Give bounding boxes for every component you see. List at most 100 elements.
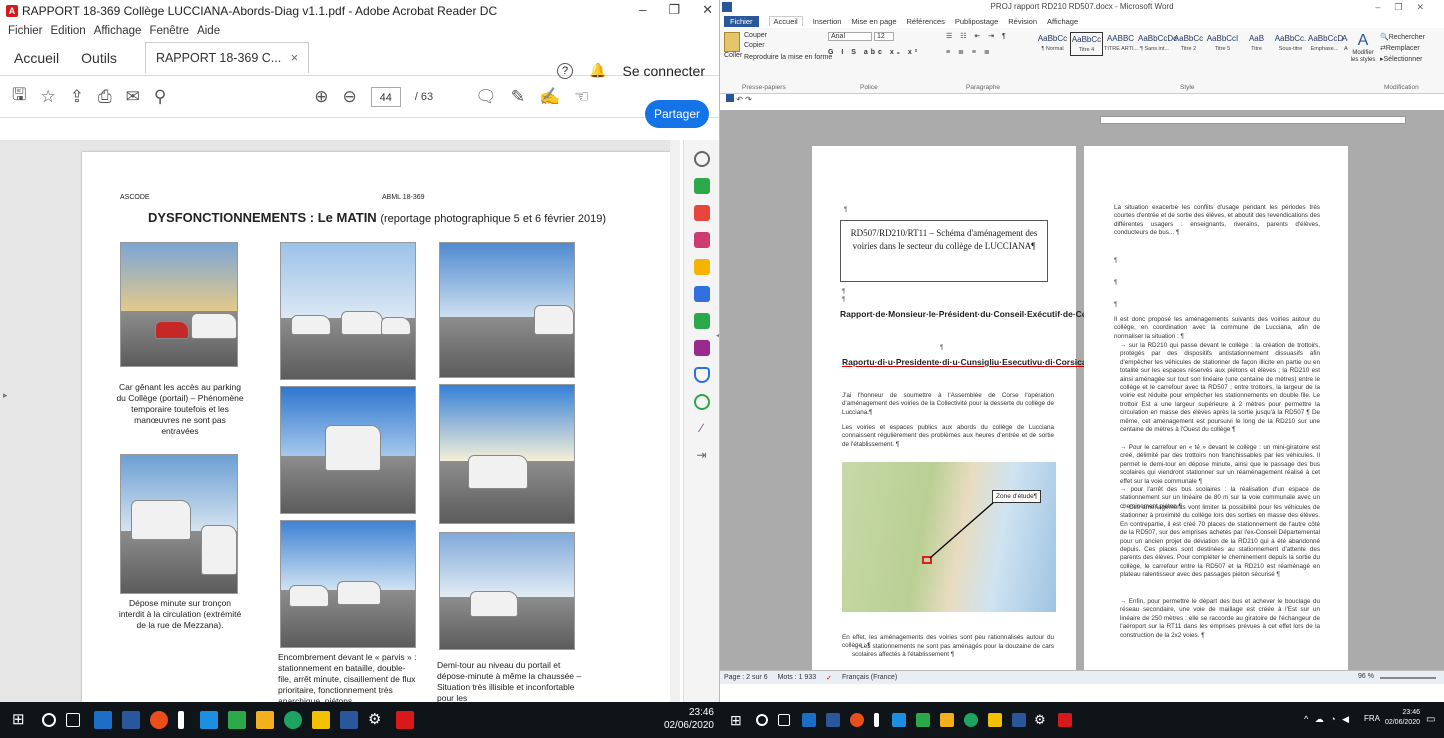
style-item[interactable]: AABBC TITRE ARTI... xyxy=(1104,32,1138,56)
excel-icon[interactable] xyxy=(228,711,246,729)
taskbar-app-1-icon[interactable] xyxy=(94,711,112,729)
maximize-icon[interactable]: ❐ xyxy=(668,2,680,18)
status-zoom[interactable]: 96 % xyxy=(1358,673,1374,680)
task-view-icon[interactable] xyxy=(66,713,80,727)
windows-start-icon[interactable]: ⊞ xyxy=(12,711,30,729)
close-icon[interactable]: ✕ xyxy=(702,2,713,18)
status-page[interactable]: Page : 2 sur 6 xyxy=(724,674,768,681)
word-page-3[interactable]: La situation exacerbe les conflits d'usa… xyxy=(1084,146,1348,686)
font-format-icons[interactable]: G I S abc x₂ x² xyxy=(828,49,940,56)
windows-start-icon-2[interactable]: ⊞ xyxy=(730,711,748,729)
word-window-controls-icon[interactable]: –❐✕ xyxy=(1375,0,1438,14)
style-item[interactable]: AaBbCc Titre 4 xyxy=(1070,32,1103,56)
taskbar-app-4-icon[interactable] xyxy=(874,713,879,727)
maps-icon[interactable] xyxy=(284,711,302,729)
tab-close-icon[interactable]: × xyxy=(291,51,298,65)
style-item[interactable]: AaBbCcI Titre 5 xyxy=(1206,32,1239,56)
redo-icon[interactable]: ↷ xyxy=(745,95,752,104)
store-icon[interactable] xyxy=(340,711,358,729)
taskbar-app-2-icon[interactable] xyxy=(178,711,184,729)
file-explorer-icon-2[interactable] xyxy=(940,713,954,727)
paragraph-group[interactable]: ☰ ☷ ⇤ ⇥ ¶ ≡ ≣ ≡ ≣ xyxy=(946,32,1034,56)
style-item[interactable]: AaB Titre xyxy=(1240,32,1273,56)
task-view-icon-2[interactable] xyxy=(778,714,790,726)
print-icon[interactable]: ⎙ xyxy=(98,87,112,107)
search-icon-2[interactable] xyxy=(756,714,768,726)
settings-gear-icon-2[interactable]: ⚙ xyxy=(1034,711,1052,729)
search-icon[interactable] xyxy=(42,713,56,727)
pdf-viewer[interactable]: ▸ ASCODE ABML 18-369 DYSFONCTIONNEMENTS … xyxy=(0,140,680,702)
cut-button[interactable]: Couper xyxy=(744,32,767,39)
select-button[interactable]: ▸Sélectionner xyxy=(1380,54,1442,65)
acrobat-taskbar-icon[interactable] xyxy=(396,711,414,729)
menu-fichier[interactable]: Fichier xyxy=(8,25,43,37)
font-name-select[interactable]: Arial xyxy=(828,32,872,41)
help-icon[interactable]: ? xyxy=(557,62,574,79)
acrobat-taskbar-icon-2[interactable] xyxy=(1058,713,1072,727)
copy-button[interactable]: Copier xyxy=(744,42,765,49)
style-item[interactable]: AaBbCc ¶ Normal xyxy=(1036,32,1069,56)
zoom-slider[interactable] xyxy=(1380,677,1436,679)
tab-mise-en-page[interactable]: Mise en page xyxy=(851,17,896,26)
zoom-search-icon[interactable]: ⚲ xyxy=(154,87,166,107)
fill-sign-icon[interactable] xyxy=(693,286,710,302)
hand-tool-icon[interactable]: ☜ xyxy=(574,87,589,107)
word-page-2[interactable]: ¶ RD507/RD210/RT11 – Schéma d'aménagemen… xyxy=(812,146,1104,686)
page-number-input[interactable]: 44 xyxy=(370,86,401,107)
word-taskbar-icon-2[interactable] xyxy=(826,713,840,727)
tab-references[interactable]: Références xyxy=(907,17,945,26)
pen-icon[interactable]: ✎ xyxy=(511,87,525,107)
maps-icon-2[interactable] xyxy=(964,713,978,727)
comment-icon[interactable]: 🗨 xyxy=(475,87,497,107)
tab-accueil[interactable]: Accueil xyxy=(14,50,59,66)
chrome-icon[interactable] xyxy=(150,711,168,729)
zoom-tool-icon[interactable] xyxy=(693,151,710,167)
pdf-scrollbar[interactable] xyxy=(670,140,680,702)
store-icon-2[interactable] xyxy=(1012,713,1026,727)
align-icons[interactable]: ≡ ≣ ≡ ≣ xyxy=(946,48,1034,56)
sticky-notes-icon-2[interactable] xyxy=(988,713,1002,727)
input-language[interactable]: FRA xyxy=(1364,714,1380,723)
style-item[interactable]: AaBbCcD Emphase... xyxy=(1308,32,1343,56)
left-panel-toggle-icon[interactable]: ▸ xyxy=(3,390,8,401)
sticky-notes-icon[interactable] xyxy=(312,711,330,729)
edge-icon-2[interactable] xyxy=(892,713,906,727)
word-taskbar-icon[interactable] xyxy=(122,711,140,729)
style-item[interactable]: AaBbCc Titre 2 xyxy=(1172,32,1205,56)
undo-icon[interactable]: ↶ xyxy=(736,95,743,104)
create-pdf-icon[interactable] xyxy=(693,205,710,221)
word-document-area[interactable]: ¶ RD507/RD210/RT11 – Schéma d'aménagemen… xyxy=(720,110,1444,686)
tab-revision[interactable]: Révision xyxy=(1008,17,1037,26)
tab-insertion[interactable]: Insertion xyxy=(813,17,842,26)
paste-icon[interactable] xyxy=(724,32,740,52)
horizontal-ruler[interactable] xyxy=(1100,116,1406,124)
menu-edition[interactable]: Edition xyxy=(51,25,86,37)
file-explorer-icon[interactable] xyxy=(256,711,274,729)
taskbar-clock-right[interactable]: 23:46 02/06/2020 xyxy=(1384,708,1420,728)
settings-gear-icon[interactable]: ⚙ xyxy=(368,711,386,729)
bell-icon[interactable]: 🔔 xyxy=(589,62,606,79)
comment-tool-icon[interactable] xyxy=(693,259,710,275)
find-button[interactable]: 🔍Rechercher xyxy=(1380,32,1442,43)
font-size-select[interactable]: 12 xyxy=(873,32,894,41)
tab-accueil-word[interactable]: Accueil xyxy=(768,16,803,26)
edge-icon[interactable] xyxy=(200,711,218,729)
compare-icon[interactable] xyxy=(693,313,710,329)
system-tray-icons[interactable]: ^ ☁ ◔ ◀ xyxy=(1304,714,1351,725)
format-painter-button[interactable]: Reproduire la mise en forme xyxy=(744,54,832,61)
menu-affichage[interactable]: Affichage xyxy=(94,25,142,37)
tab-affichage[interactable]: Affichage xyxy=(1047,17,1078,26)
save-icon-word[interactable] xyxy=(726,94,734,102)
share-button[interactable]: Partager xyxy=(645,100,709,128)
tab-fichier[interactable]: Fichier xyxy=(724,15,759,27)
page-down-icon[interactable]: ⊖ xyxy=(343,87,357,107)
spellcheck-icon[interactable]: ✓ xyxy=(826,674,832,682)
change-styles-button[interactable]: A Modifier les styles xyxy=(1348,32,1378,64)
tab-document[interactable]: RAPPORT 18-369 C... × xyxy=(144,42,310,73)
chrome-icon-2[interactable] xyxy=(850,713,864,727)
sign-icon[interactable]: ✍ xyxy=(539,87,560,107)
taskbar-app-3-icon[interactable] xyxy=(802,713,816,727)
page-up-icon[interactable]: ⊕ xyxy=(314,87,328,107)
list-icons[interactable]: ☰ ☷ ⇤ ⇥ ¶ xyxy=(946,32,1034,40)
sign-in-link[interactable]: Se connecter xyxy=(623,63,706,79)
